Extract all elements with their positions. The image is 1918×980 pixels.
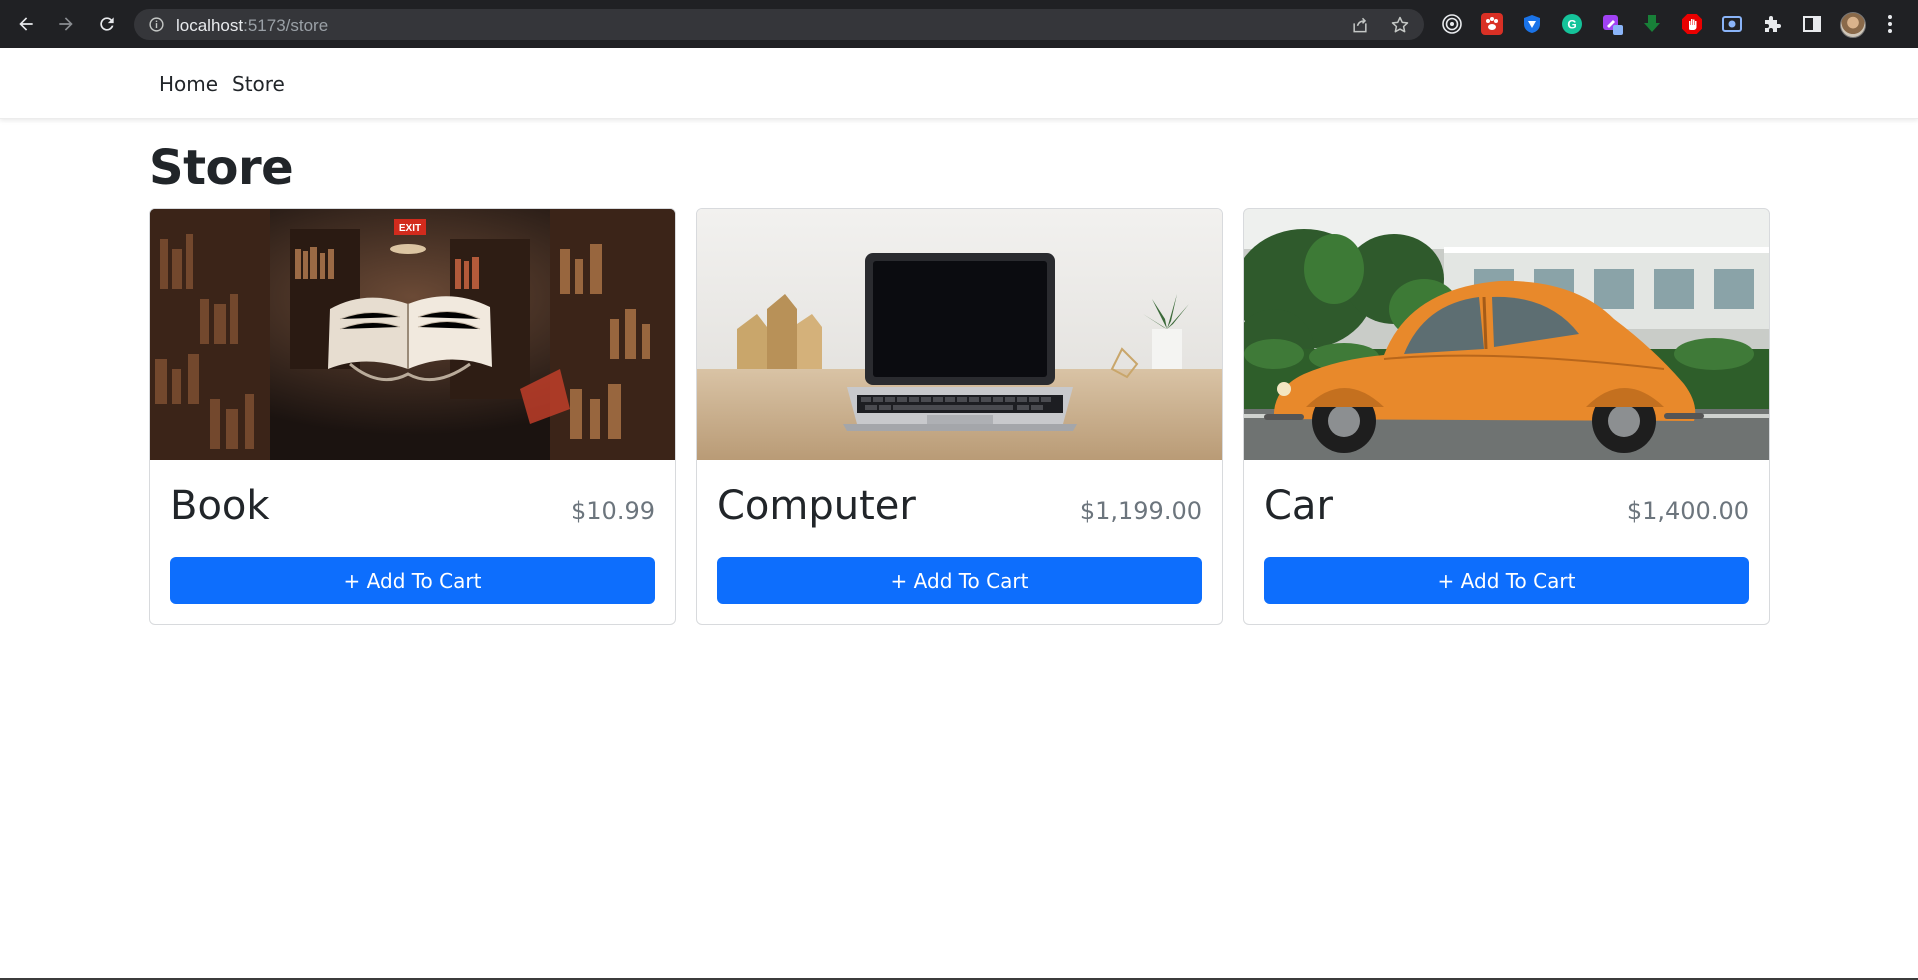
address-bar[interactable]: localhost:5173/store <box>134 9 1424 40</box>
browser-toolbar: localhost:5173/store G <box>0 0 1918 48</box>
add-to-cart-button[interactable]: + Add To Cart <box>170 557 655 604</box>
shield-extension-icon[interactable] <box>1521 13 1543 35</box>
reload-icon[interactable] <box>93 10 121 38</box>
back-arrow-icon[interactable] <box>12 10 40 38</box>
color-picker-extension-icon[interactable] <box>1601 13 1623 35</box>
add-to-cart-button[interactable]: + Add To Cart <box>717 557 1202 604</box>
grammarly-extension-icon[interactable]: G <box>1561 13 1583 35</box>
info-icon[interactable] <box>148 16 165 33</box>
product-card-car: Car $1,400.00 + Add To Cart <box>1243 208 1770 625</box>
url-path: :5173/store <box>243 16 329 35</box>
product-name: Computer <box>717 483 916 529</box>
url-text[interactable]: localhost:5173/store <box>176 16 328 36</box>
svg-text:G: G <box>1567 18 1576 32</box>
share-icon[interactable] <box>1350 15 1370 35</box>
product-name: Car <box>1264 483 1333 529</box>
url-host: localhost <box>176 16 244 35</box>
product-price: $1,199.00 <box>1079 497 1202 525</box>
app-navbar: Home Store <box>0 48 1918 119</box>
download-extension-icon[interactable] <box>1641 13 1663 35</box>
product-price: $1,400.00 <box>1626 497 1749 525</box>
page-title: Store <box>149 140 294 196</box>
target-extension-icon[interactable] <box>1441 13 1463 35</box>
product-card-computer: Computer $1,199.00 + Add To Cart <box>696 208 1223 625</box>
product-image-book: EXIT <box>150 209 675 460</box>
nav-link-store[interactable]: Store <box>232 72 285 96</box>
product-image-computer <box>697 209 1222 460</box>
add-to-cart-button[interactable]: + Add To Cart <box>1264 557 1749 604</box>
profile-avatar[interactable] <box>1840 12 1866 38</box>
product-card-book: EXIT Book $10.99 + Add To Cart <box>149 208 676 625</box>
product-image-car <box>1244 209 1769 460</box>
puzzle-icon[interactable] <box>1761 13 1783 35</box>
svg-text:EXIT: EXIT <box>399 223 421 234</box>
side-panel-icon[interactable] <box>1801 13 1823 35</box>
paw-extension-icon[interactable] <box>1481 13 1503 35</box>
nav-link-home[interactable]: Home <box>159 72 218 96</box>
product-price: $10.99 <box>571 497 655 525</box>
stop-hand-extension-icon[interactable] <box>1681 13 1703 35</box>
star-icon[interactable] <box>1390 15 1410 35</box>
forward-arrow-icon[interactable] <box>52 10 80 38</box>
product-name: Book <box>170 483 270 529</box>
kebab-menu-icon[interactable] <box>1884 12 1896 36</box>
screen-capture-extension-icon[interactable] <box>1721 13 1743 35</box>
